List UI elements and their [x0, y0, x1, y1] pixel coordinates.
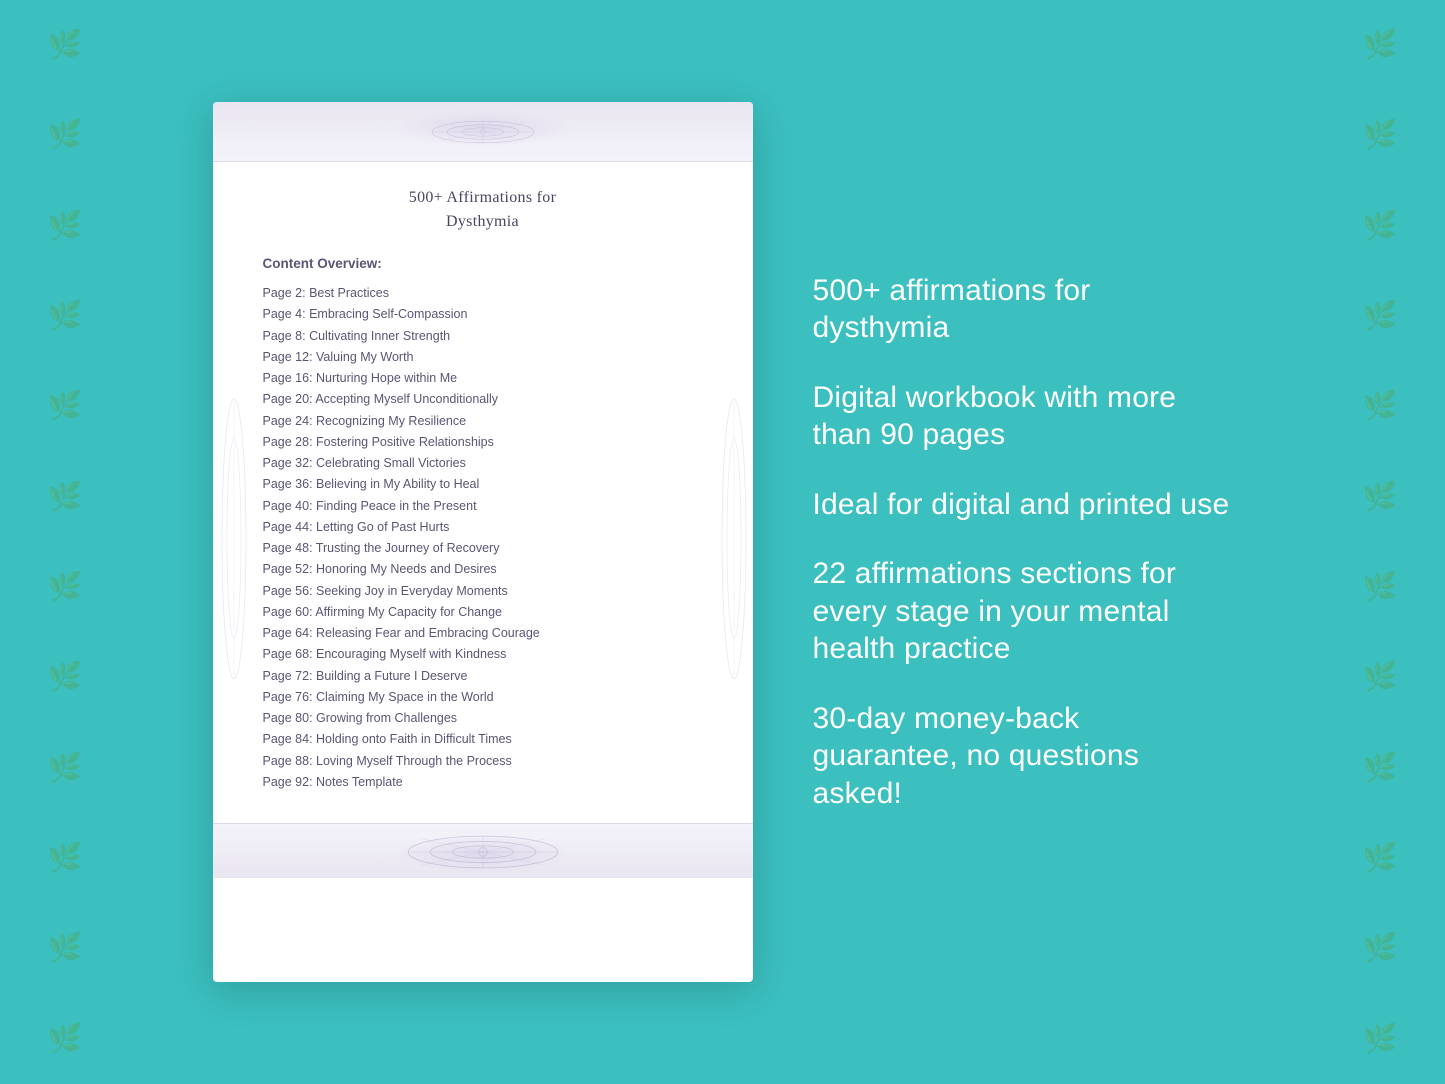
toc-item: Page 60: Affirming My Capacity for Chang…: [263, 602, 703, 623]
feature-item: 22 affirmations sections for every stage…: [813, 555, 1233, 668]
toc-item: Page 16: Nurturing Hope within Me: [263, 368, 703, 389]
document-preview: 500+ Affirmations for Dysthymia Content …: [213, 102, 753, 982]
doc-content: 500+ Affirmations for Dysthymia Content …: [213, 162, 753, 823]
feature-item: 30-day money-back guarantee, no question…: [813, 700, 1233, 813]
doc-border-top: [213, 102, 753, 162]
doc-border-bottom: [213, 823, 753, 878]
toc-item: Page 64: Releasing Fear and Embracing Co…: [263, 623, 703, 644]
toc-item: Page 80: Growing from Challenges: [263, 708, 703, 729]
toc-item: Page 24: Recognizing My Resilience: [263, 411, 703, 432]
mandala-decoration-bottom: [393, 830, 573, 874]
features-panel: 500+ affirmations for dysthymia Digital w…: [813, 272, 1233, 813]
doc-side-decoration-right: [719, 389, 747, 695]
table-of-contents: Page 2: Best PracticesPage 4: Embracing …: [263, 283, 703, 793]
toc-item: Page 72: Building a Future I Deserve: [263, 666, 703, 687]
main-content: 500+ Affirmations for Dysthymia Content …: [0, 0, 1445, 1084]
toc-item: Page 92: Notes Template: [263, 772, 703, 793]
toc-item: Page 68: Encouraging Myself with Kindnes…: [263, 644, 703, 665]
toc-item: Page 44: Letting Go of Past Hurts: [263, 517, 703, 538]
toc-item: Page 20: Accepting Myself Unconditionall…: [263, 389, 703, 410]
toc-item: Page 12: Valuing My Worth: [263, 347, 703, 368]
toc-item: Page 40: Finding Peace in the Present: [263, 496, 703, 517]
toc-item: Page 52: Honoring My Needs and Desires: [263, 559, 703, 580]
feature-item: 500+ affirmations for dysthymia: [813, 272, 1233, 347]
toc-item: Page 28: Fostering Positive Relationship…: [263, 432, 703, 453]
toc-item: Page 56: Seeking Joy in Everyday Moments: [263, 581, 703, 602]
toc-item: Page 4: Embracing Self-Compassion: [263, 304, 703, 325]
doc-title: 500+ Affirmations for Dysthymia: [263, 186, 703, 234]
toc-item: Page 2: Best Practices: [263, 283, 703, 304]
toc-item: Page 76: Claiming My Space in the World: [263, 687, 703, 708]
toc-item: Page 32: Celebrating Small Victories: [263, 453, 703, 474]
toc-item: Page 84: Holding onto Faith in Difficult…: [263, 729, 703, 750]
toc-item: Page 48: Trusting the Journey of Recover…: [263, 538, 703, 559]
feature-item: Digital workbook with more than 90 pages: [813, 379, 1233, 454]
toc-item: Page 8: Cultivating Inner Strength: [263, 326, 703, 347]
feature-item: Ideal for digital and printed use: [813, 486, 1233, 524]
mandala-decoration-top: [423, 112, 543, 152]
toc-item: Page 88: Loving Myself Through the Proce…: [263, 751, 703, 772]
doc-title-line2: Dysthymia: [446, 213, 519, 230]
toc-item: Page 36: Believing in My Ability to Heal: [263, 474, 703, 495]
doc-side-decoration-left: [219, 389, 247, 695]
doc-title-line1: 500+ Affirmations for: [409, 189, 556, 206]
content-overview-label: Content Overview:: [263, 256, 703, 271]
